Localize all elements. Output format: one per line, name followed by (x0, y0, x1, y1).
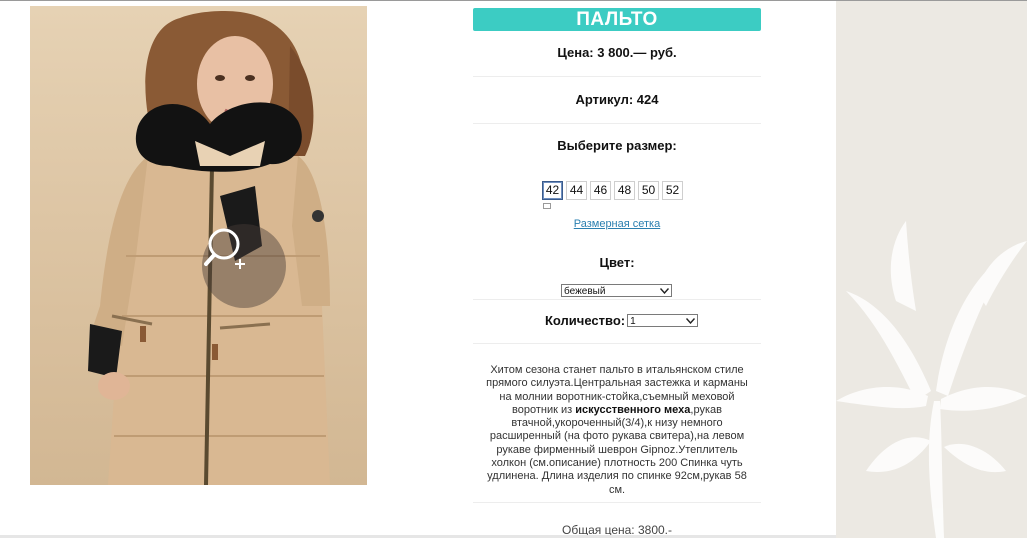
divider (473, 343, 761, 344)
description-bold: искусственного меха (575, 403, 691, 416)
product-description: Хитом сезона станет пальто в итальянском… (483, 364, 751, 497)
divider (473, 299, 761, 300)
size-chart-link[interactable]: Размерная сетка (473, 218, 761, 230)
quantity-row: Количество: 1 (545, 313, 699, 328)
chevron-down-icon (685, 315, 696, 326)
magnifier-plus-icon (204, 228, 245, 269)
product-price: Цена: 3 800.— руб. (557, 45, 677, 60)
size-option[interactable]: 46 (590, 181, 611, 200)
size-selector: 42 44 46 48 50 52 (542, 181, 683, 200)
color-select[interactable]: бежевый (561, 284, 672, 297)
product-article: Артикул: 424 (575, 92, 659, 107)
coat-illustration (88, 11, 330, 485)
size-option[interactable]: 44 (566, 181, 587, 200)
decorative-side-panel (836, 1, 1027, 538)
chevron-down-icon (659, 285, 670, 296)
product-photo[interactable] (30, 6, 367, 485)
size-prompt: Выберите размер: (557, 138, 677, 153)
quantity-select[interactable]: 1 (627, 314, 699, 327)
product-title: ПАЛЬТО (473, 8, 761, 31)
size-option[interactable]: 48 (614, 181, 635, 200)
divider (473, 123, 761, 124)
size-option[interactable]: 42 (542, 181, 563, 200)
flower-ornament (836, 221, 1027, 538)
quantity-label: Количество: (545, 313, 626, 328)
divider (473, 502, 761, 503)
description-text: ,рукав втачной,укороченный(3/4),к низу н… (487, 403, 747, 496)
color-label: Цвет: (599, 255, 635, 270)
divider (473, 76, 761, 77)
size-radio[interactable] (543, 203, 551, 209)
size-option[interactable]: 52 (662, 181, 683, 200)
zoom-button[interactable] (202, 224, 286, 308)
quantity-select-value: 1 (630, 316, 636, 327)
color-select-value: бежевый (564, 286, 606, 297)
size-option[interactable]: 50 (638, 181, 659, 200)
